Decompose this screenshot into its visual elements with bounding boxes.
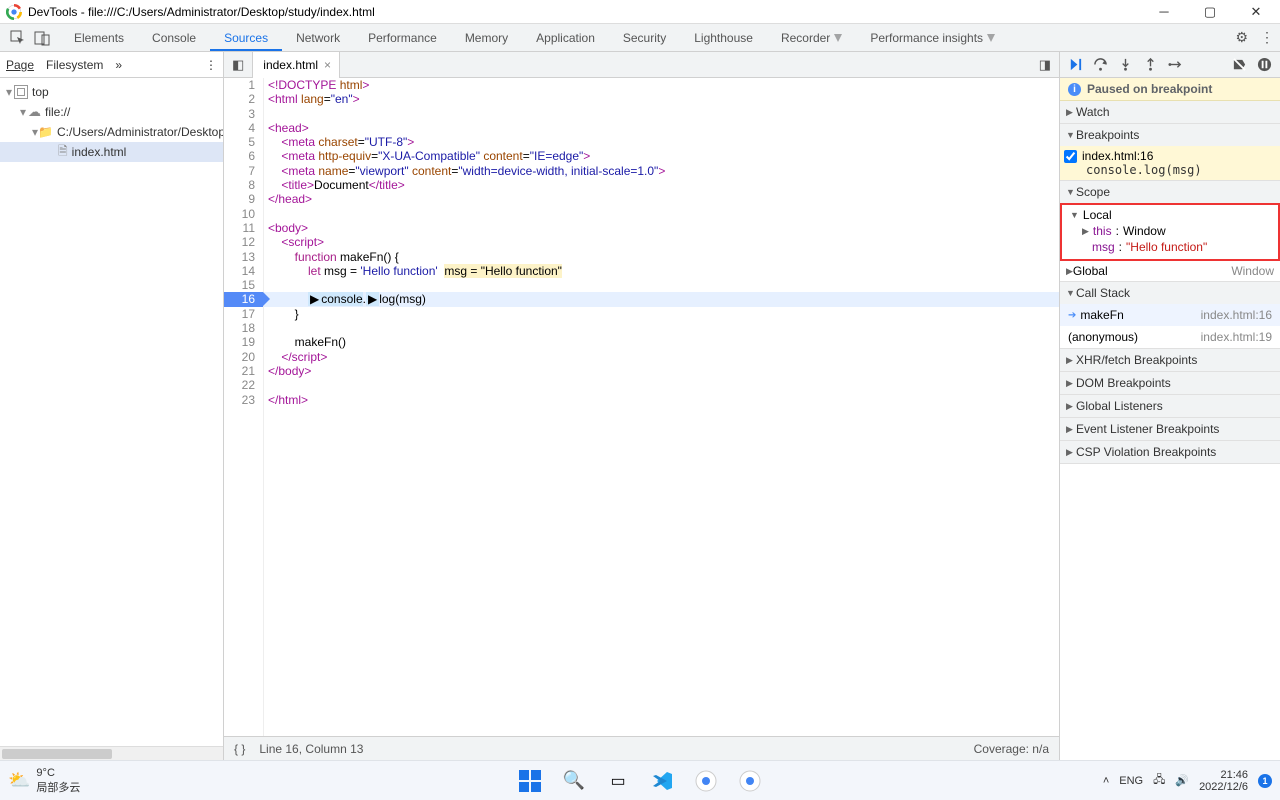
tray-volume-icon[interactable]: 🔊 xyxy=(1175,774,1189,787)
tab-recorder[interactable]: Recorder xyxy=(767,24,856,51)
window-titlebar: DevTools - file:///C:/Users/Administrato… xyxy=(0,0,1280,24)
search-icon[interactable]: 🔍 xyxy=(561,768,587,794)
tab-sources[interactable]: Sources xyxy=(210,24,282,51)
callstack-frame[interactable]: (anonymous)index.html:19 xyxy=(1060,326,1280,348)
navigator-pane-filesystem[interactable]: Filesystem xyxy=(46,58,103,72)
breakpoint-code: console.log(msg) xyxy=(1082,163,1202,177)
editor-tab[interactable]: index.html × xyxy=(252,52,340,78)
pause-exceptions-icon[interactable] xyxy=(1257,57,1272,72)
dom-bp-section[interactable]: ▶DOM Breakpoints xyxy=(1060,372,1280,394)
paused-banner: i Paused on breakpoint xyxy=(1060,78,1280,101)
tree-root[interactable]: ▾top xyxy=(0,82,223,102)
window-maximize-button[interactable]: ▢ xyxy=(1196,4,1224,20)
callstack-frame[interactable]: makeFnindex.html:16 xyxy=(1060,304,1280,326)
navigator-header: Page Filesystem » ⋮ xyxy=(0,52,223,78)
tab-application[interactable]: Application xyxy=(522,24,609,51)
step-out-icon[interactable] xyxy=(1143,57,1158,72)
tray-chevron-icon[interactable]: ˄ xyxy=(1103,775,1109,787)
navigator-overflow-icon[interactable]: » xyxy=(115,58,122,72)
breakpoints-section[interactable]: ▼Breakpoints xyxy=(1060,124,1280,146)
tray-notification-badge[interactable]: 1 xyxy=(1258,774,1272,788)
chrome-icon[interactable] xyxy=(693,768,719,794)
tray-language[interactable]: ENG xyxy=(1119,775,1143,787)
tray-clock[interactable]: 21:462022/12/6 xyxy=(1199,769,1248,793)
breakpoint-location: index.html:16 xyxy=(1082,149,1153,163)
close-tab-icon[interactable]: × xyxy=(324,58,331,72)
paused-text: Paused on breakpoint xyxy=(1087,82,1212,96)
event-bp-section[interactable]: ▶Event Listener Breakpoints xyxy=(1060,418,1280,440)
windows-taskbar: ⛅ 9°C局部多云 🔍 ▭ ˄ ENG 🖧 🔊 21:462022/12/6 1 xyxy=(0,760,1280,800)
info-icon: i xyxy=(1068,83,1081,96)
window-title: DevTools - file:///C:/Users/Administrato… xyxy=(28,5,1150,19)
tab-performance-insights[interactable]: Performance insights xyxy=(856,24,1009,51)
cursor-position: Line 16, Column 13 xyxy=(259,742,363,756)
xhr-section[interactable]: ▶XHR/fetch Breakpoints xyxy=(1060,349,1280,371)
tab-network[interactable]: Network xyxy=(282,24,354,51)
breakpoint-checkbox[interactable] xyxy=(1064,150,1077,163)
scope-section[interactable]: ▼Scope xyxy=(1060,181,1280,203)
chrome-icon-2[interactable] xyxy=(737,768,763,794)
file-tree: ▾top ▾☁file:// ▾📁C:/Users/Administrator/… xyxy=(0,78,223,746)
debugger-toolbar xyxy=(1060,52,1280,78)
callstack-section[interactable]: ▼Call Stack xyxy=(1060,282,1280,304)
scope-local: ▼Local ▶this: Window msg: "Hello functio… xyxy=(1060,203,1280,261)
source-editor[interactable]: 1234567891011121314151617181920212223 <!… xyxy=(224,78,1059,736)
pretty-print-icon[interactable]: { } xyxy=(234,742,245,756)
tab-security[interactable]: Security xyxy=(609,24,680,51)
more-menu-icon[interactable]: ⋮ xyxy=(1260,29,1274,46)
start-button[interactable] xyxy=(517,768,543,794)
tab-elements[interactable]: Elements xyxy=(60,24,138,51)
window-minimize-button[interactable]: ─ xyxy=(1150,4,1178,20)
coverage-label: Coverage: n/a xyxy=(974,742,1049,756)
toggle-navigator-icon[interactable]: ◧ xyxy=(224,57,252,73)
tab-lighthouse[interactable]: Lighthouse xyxy=(680,24,767,51)
watch-section[interactable]: ▶Watch xyxy=(1060,101,1280,123)
tab-memory[interactable]: Memory xyxy=(451,24,522,51)
devtools-icon xyxy=(6,4,22,20)
editor-tabstrip: ◧ index.html × ◨ xyxy=(224,52,1059,78)
navigator-scrollbar[interactable] xyxy=(0,746,223,760)
navigator-pane-page[interactable]: Page xyxy=(6,58,34,72)
breakpoint-item[interactable]: index.html:16 console.log(msg) xyxy=(1060,146,1280,180)
inspect-icon[interactable] xyxy=(10,30,26,46)
resume-icon[interactable] xyxy=(1068,57,1083,72)
vscode-icon[interactable] xyxy=(649,768,675,794)
tray-network-icon[interactable]: 🖧 xyxy=(1153,771,1165,790)
navigator-more-icon[interactable]: ⋮ xyxy=(205,58,217,72)
tree-folder[interactable]: ▾📁C:/Users/Administrator/Desktop/study xyxy=(0,122,223,142)
tree-file[interactable]: 🗎index.html xyxy=(0,142,223,162)
csp-bp-section[interactable]: ▶CSP Violation Breakpoints xyxy=(1060,441,1280,463)
global-listeners-section[interactable]: ▶Global Listeners xyxy=(1060,395,1280,417)
scope-global[interactable]: ▶GlobalWindow xyxy=(1060,261,1280,281)
step-into-icon[interactable] xyxy=(1118,57,1133,72)
settings-icon[interactable]: ⚙ xyxy=(1235,29,1248,46)
deactivate-breakpoints-icon[interactable] xyxy=(1232,57,1247,72)
toggle-debugger-icon[interactable]: ◨ xyxy=(1031,57,1059,73)
taskview-icon[interactable]: ▭ xyxy=(605,768,631,794)
devtools-toolbar: ElementsConsoleSourcesNetworkPerformance… xyxy=(0,24,1280,52)
editor-statusbar: { } Line 16, Column 13 Coverage: n/a xyxy=(224,736,1059,760)
device-toggle-icon[interactable] xyxy=(34,30,50,46)
window-close-button[interactable]: ✕ xyxy=(1242,4,1270,20)
tab-console[interactable]: Console xyxy=(138,24,210,51)
step-over-icon[interactable] xyxy=(1093,57,1108,72)
editor-tab-label: index.html xyxy=(263,58,318,72)
step-icon[interactable] xyxy=(1168,57,1183,72)
tab-performance[interactable]: Performance xyxy=(354,24,451,51)
taskbar-weather[interactable]: ⛅ 9°C局部多云 xyxy=(8,767,80,795)
tree-origin[interactable]: ▾☁file:// xyxy=(0,102,223,122)
